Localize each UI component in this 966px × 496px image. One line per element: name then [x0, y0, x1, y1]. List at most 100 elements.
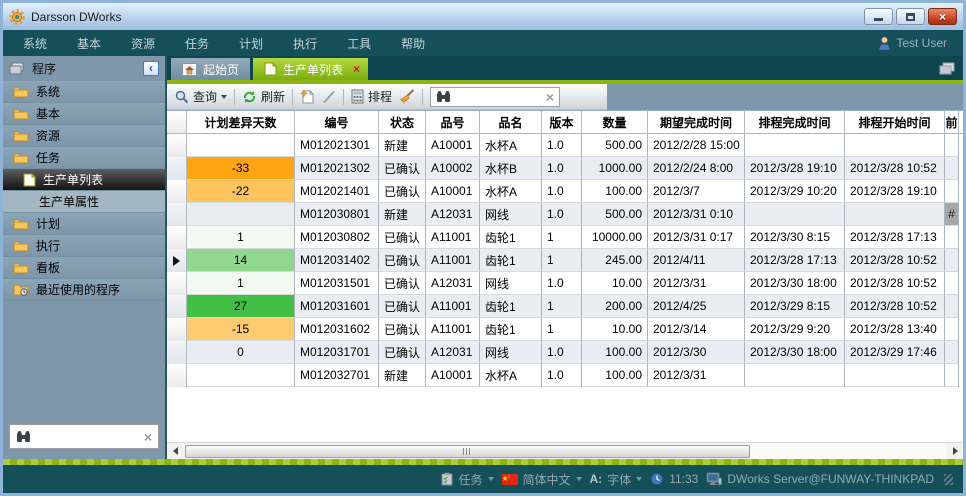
cell-no[interactable]: M012031701	[295, 341, 379, 364]
menu-help[interactable]: 帮助	[401, 35, 425, 52]
current-user[interactable]: Test User	[878, 36, 947, 50]
cell-qty[interactable]: 200.00	[582, 295, 648, 318]
cell-extra[interactable]	[945, 134, 959, 157]
cell-diff[interactable]: 0	[187, 341, 295, 364]
cell-sched_start[interactable]	[845, 203, 945, 226]
cell-status[interactable]: 新建	[379, 364, 426, 387]
row-selector[interactable]	[167, 157, 187, 180]
menu-basic[interactable]: 基本	[77, 35, 101, 52]
cell-ver[interactable]: 1.0	[542, 272, 582, 295]
cell-sched_start[interactable]: 2012/3/28 13:40	[845, 318, 945, 341]
cell-sched_end[interactable]: 2012/3/30 8:15	[745, 226, 845, 249]
column-header[interactable]: 排程开始时间	[845, 111, 945, 133]
menu-tools[interactable]: 工具	[347, 35, 371, 52]
cell-status[interactable]: 已确认	[379, 341, 426, 364]
cell-item_no[interactable]: A12031	[426, 203, 480, 226]
tab-production-order-list[interactable]: 生产单列表 ×	[253, 58, 368, 80]
cell-sched_start[interactable]: 2012/3/29 17:46	[845, 341, 945, 364]
column-header[interactable]: 版本	[542, 111, 582, 133]
table-row[interactable]: -22M012021401已确认A10001水杯A1.0100.002012/3…	[167, 180, 963, 203]
sidebar-item-system[interactable]: 系统	[3, 81, 165, 103]
cell-status[interactable]: 已确认	[379, 272, 426, 295]
sidebar-item-execute[interactable]: 执行	[3, 235, 165, 257]
sidebar-collapse-button[interactable]: ‹	[143, 61, 159, 76]
edit-icon[interactable]	[322, 90, 336, 104]
toolbar-search-clear-icon[interactable]: ×	[546, 89, 554, 105]
cell-qty[interactable]: 1000.00	[582, 157, 648, 180]
sidebar-item-plan[interactable]: 计划	[3, 213, 165, 235]
cell-diff[interactable]	[187, 364, 295, 387]
row-selector[interactable]	[167, 341, 187, 364]
row-selector[interactable]	[167, 272, 187, 295]
cell-no[interactable]: M012021301	[295, 134, 379, 157]
cell-qty[interactable]: 245.00	[582, 249, 648, 272]
cell-sched_end[interactable]: 2012/3/29 9:20	[745, 318, 845, 341]
column-header[interactable]: 期望完成时间	[648, 111, 745, 133]
cell-sched_start[interactable]	[845, 134, 945, 157]
cell-sched_end[interactable]	[745, 134, 845, 157]
cell-qty[interactable]: 10000.00	[582, 226, 648, 249]
column-header[interactable]: 计划差异天数	[187, 111, 295, 133]
cell-diff[interactable]: 1	[187, 226, 295, 249]
sidebar-item-task[interactable]: 任务	[3, 147, 165, 169]
cell-item_name[interactable]: 水杯A	[480, 364, 542, 387]
row-selector[interactable]	[167, 180, 187, 203]
cell-no[interactable]: M012032701	[295, 364, 379, 387]
cell-item_name[interactable]: 网线	[480, 272, 542, 295]
table-row[interactable]: M012030801新建A12031网线1.0500.002012/3/31 0…	[167, 203, 963, 226]
column-header[interactable]: 排程完成时间	[745, 111, 845, 133]
cell-sched_end[interactable]: 2012/3/30 18:00	[745, 341, 845, 364]
cell-qty[interactable]: 500.00	[582, 203, 648, 226]
tab-close-icon[interactable]: ×	[353, 62, 360, 76]
cell-item_name[interactable]: 齿轮1	[480, 249, 542, 272]
query-button[interactable]: 查询	[175, 88, 227, 105]
cell-ver[interactable]: 1.0	[542, 203, 582, 226]
column-header[interactable]: 编号	[295, 111, 379, 133]
cell-no[interactable]: M012031602	[295, 318, 379, 341]
scroll-left-arrow[interactable]	[167, 443, 183, 459]
cell-item_name[interactable]: 水杯B	[480, 157, 542, 180]
cell-extra[interactable]	[945, 295, 959, 318]
table-row[interactable]: -33M012021302已确认A10002水杯B1.01000.002012/…	[167, 157, 963, 180]
cell-no[interactable]: M012031402	[295, 249, 379, 272]
sidebar-item-board[interactable]: 看板	[3, 257, 165, 279]
column-header[interactable]: 数量	[582, 111, 648, 133]
cell-status[interactable]: 已确认	[379, 295, 426, 318]
cell-status[interactable]: 已确认	[379, 226, 426, 249]
cell-sched_start[interactable]: 2012/3/28 10:52	[845, 295, 945, 318]
cell-no[interactable]: M012030802	[295, 226, 379, 249]
cell-sched_end[interactable]: 2012/3/28 17:13	[745, 249, 845, 272]
cell-ver[interactable]: 1	[542, 249, 582, 272]
toolbar-search-input[interactable]	[456, 90, 541, 104]
menu-plan[interactable]: 计划	[239, 35, 263, 52]
cell-status[interactable]: 新建	[379, 203, 426, 226]
table-row[interactable]: 14M012031402已确认A11001齿轮11245.002012/4/11…	[167, 249, 963, 272]
table-row[interactable]: M012021301新建A10001水杯A1.0500.002012/2/28 …	[167, 134, 963, 157]
cell-item_no[interactable]: A12031	[426, 341, 480, 364]
refresh-button[interactable]: 刷新	[242, 88, 285, 105]
cell-due[interactable]: 2012/2/28 15:00	[648, 134, 745, 157]
table-row[interactable]: 0M012031701已确认A12031网线1.0100.002012/3/30…	[167, 341, 963, 364]
cell-qty[interactable]: 100.00	[582, 364, 648, 387]
scrollbar-track[interactable]	[750, 443, 947, 459]
sidebar-item-recent-programs[interactable]: 最近使用的程序	[3, 279, 165, 301]
sidebar-search-box[interactable]: ×	[9, 424, 159, 449]
cell-item_no[interactable]: A11001	[426, 295, 480, 318]
cell-item_no[interactable]: A10002	[426, 157, 480, 180]
row-selector[interactable]	[167, 249, 187, 272]
table-row[interactable]: 1M012030802已确认A11001齿轮1110000.002012/3/3…	[167, 226, 963, 249]
cell-due[interactable]: 2012/4/11	[648, 249, 745, 272]
cell-item_no[interactable]: A10001	[426, 364, 480, 387]
table-row[interactable]: 1M012031501已确认A12031网线1.010.002012/3/312…	[167, 272, 963, 295]
sidebar-item-production-order-props[interactable]: 生产单属性	[3, 191, 165, 213]
menu-execute[interactable]: 执行	[293, 35, 317, 52]
cell-sched_start[interactable]: 2012/3/28 10:52	[845, 272, 945, 295]
cell-item_no[interactable]: A10001	[426, 134, 480, 157]
maximize-button[interactable]	[896, 8, 925, 25]
cell-qty[interactable]: 10.00	[582, 272, 648, 295]
cell-item_no[interactable]: A10001	[426, 180, 480, 203]
menu-task[interactable]: 任务	[185, 35, 209, 52]
close-button[interactable]: ×	[928, 8, 957, 25]
cell-status[interactable]: 已确认	[379, 157, 426, 180]
tab-home[interactable]: 起始页	[171, 58, 250, 80]
